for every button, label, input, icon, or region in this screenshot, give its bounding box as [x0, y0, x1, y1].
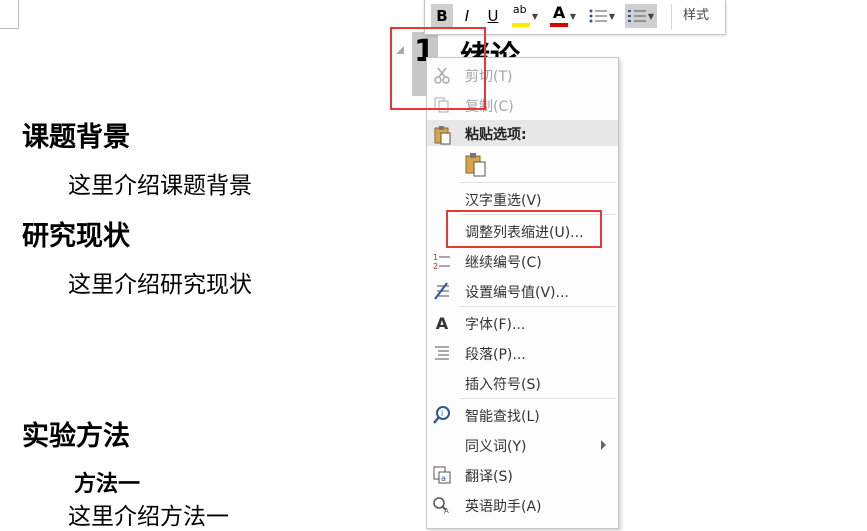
- menu-separator: [459, 306, 616, 307]
- bold-button[interactable]: B: [431, 4, 453, 28]
- collapse-heading-triangle-icon[interactable]: [396, 46, 404, 54]
- menu-label: 段落(P)...: [465, 347, 526, 363]
- svg-text:A: A: [444, 507, 449, 514]
- font-color-button[interactable]: A ▼: [547, 3, 579, 28]
- chevron-down-icon[interactable]: ▼: [648, 12, 654, 21]
- menu-item-english-assistant[interactable]: A 英语助手(A): [427, 490, 618, 520]
- menu-separator: [459, 182, 616, 183]
- underline-button[interactable]: U: [483, 4, 503, 28]
- context-menu: 剪切(T) 复制(C) 粘贴选项: 汉字重选(V) 调整列表缩进(U)... 1…: [426, 57, 619, 529]
- menu-separator: [459, 214, 616, 215]
- page-corner-mark: [18, 0, 19, 29]
- styles-button[interactable]: 样式: [683, 4, 709, 23]
- copy-icon: [431, 94, 453, 116]
- highlighter-icon: ab: [511, 3, 530, 27]
- menu-label: 字体(F)...: [465, 317, 526, 333]
- menu-label: 设置编号值(V)...: [465, 285, 569, 301]
- menu-label: 汉字重选(V): [465, 193, 542, 209]
- menu-item-reconvert[interactable]: 汉字重选(V): [427, 184, 618, 214]
- numbered-list-icon: [627, 10, 646, 22]
- font-color-glyph: A: [552, 3, 566, 22]
- menu-item-cut[interactable]: 剪切(T): [427, 60, 618, 90]
- menu-item-continue-numbering[interactable]: 12 继续编号(C): [427, 246, 618, 276]
- clipboard-icon: [431, 124, 453, 146]
- menu-item-copy[interactable]: 复制(C): [427, 90, 618, 120]
- chevron-down-icon[interactable]: ▼: [532, 12, 538, 21]
- menu-item-synonyms[interactable]: 同义词(Y): [427, 430, 618, 460]
- italic-button[interactable]: I: [457, 4, 477, 28]
- menu-item-paragraph[interactable]: 段落(P)...: [427, 338, 618, 368]
- menu-item-font[interactable]: A 字体(F)...: [427, 308, 618, 338]
- svg-text:2: 2: [433, 262, 438, 270]
- menu-separator: [459, 398, 616, 399]
- continue-numbering-icon: 12: [431, 250, 453, 272]
- bullet-list-icon: [589, 9, 607, 23]
- menu-header-paste-options: 粘贴选项:: [427, 120, 618, 146]
- svg-text:i: i: [441, 409, 443, 418]
- menu-label: 调整列表缩进(U)...: [465, 225, 584, 241]
- menu-label: 同义词(Y): [465, 439, 527, 455]
- paste-option-keep-text[interactable]: [427, 148, 618, 182]
- menu-item-set-numbering-value[interactable]: 设置编号值(V)...: [427, 276, 618, 306]
- menu-label: 翻译(S): [465, 469, 513, 485]
- menu-label: 继续编号(C): [465, 255, 542, 271]
- paragraph-icon: [431, 342, 453, 364]
- translate-icon: a: [431, 464, 453, 486]
- paragraph-background[interactable]: 这里介绍课题背景: [68, 166, 252, 200]
- menu-label: 复制(C): [465, 99, 514, 115]
- toolbar-divider: [671, 4, 672, 30]
- scissors-icon: [431, 64, 453, 86]
- submenu-arrow-icon: [601, 440, 606, 450]
- font-color-icon: A: [549, 3, 568, 27]
- paste-keep-text-icon[interactable]: [465, 152, 487, 182]
- menu-label: 英语助手(A): [465, 499, 542, 515]
- menu-label: 插入符号(S): [465, 377, 541, 393]
- bullets-button[interactable]: ▼: [585, 4, 619, 28]
- chevron-down-icon[interactable]: ▼: [570, 12, 576, 21]
- english-assistant-icon: A: [431, 494, 453, 516]
- menu-label: 剪切(T): [465, 69, 513, 85]
- menu-label: 粘贴选项:: [465, 127, 527, 143]
- highlight-color-bar: [511, 23, 530, 27]
- menu-item-adjust-list-indent[interactable]: 调整列表缩进(U)...: [427, 216, 618, 246]
- font-icon: A: [435, 313, 449, 333]
- svg-text:a: a: [441, 474, 446, 483]
- heading-background[interactable]: 课题背景: [22, 115, 130, 154]
- menu-item-translate[interactable]: a 翻译(S): [427, 460, 618, 490]
- subheading-method-one[interactable]: 方法一: [74, 466, 140, 498]
- paragraph-research-status[interactable]: 这里介绍研究现状: [68, 265, 252, 299]
- numbering-button[interactable]: ▼: [625, 4, 657, 28]
- heading-research-status[interactable]: 研究现状: [22, 214, 130, 253]
- highlighter-glyph: ab: [512, 3, 527, 16]
- menu-label: 智能查找(L): [465, 409, 540, 425]
- paragraph-method-one[interactable]: 这里介绍方法一: [68, 497, 229, 531]
- set-numbering-value-icon: [431, 280, 453, 302]
- smart-lookup-icon: i: [431, 404, 453, 426]
- chevron-down-icon[interactable]: ▼: [609, 12, 615, 21]
- menu-item-smart-lookup[interactable]: i 智能查找(L): [427, 400, 618, 430]
- svg-text:1: 1: [433, 253, 438, 262]
- menu-item-insert-symbol[interactable]: 插入符号(S): [427, 368, 618, 398]
- page-corner-mark: [0, 28, 18, 29]
- heading-experiment-method[interactable]: 实验方法: [22, 414, 130, 453]
- highlight-color-button[interactable]: ab ▼: [509, 3, 541, 28]
- font-color-bar: [549, 23, 568, 27]
- mini-toolbar: B I U ab ▼ A ▼ ▼ ▼ 样式: [424, 0, 726, 35]
